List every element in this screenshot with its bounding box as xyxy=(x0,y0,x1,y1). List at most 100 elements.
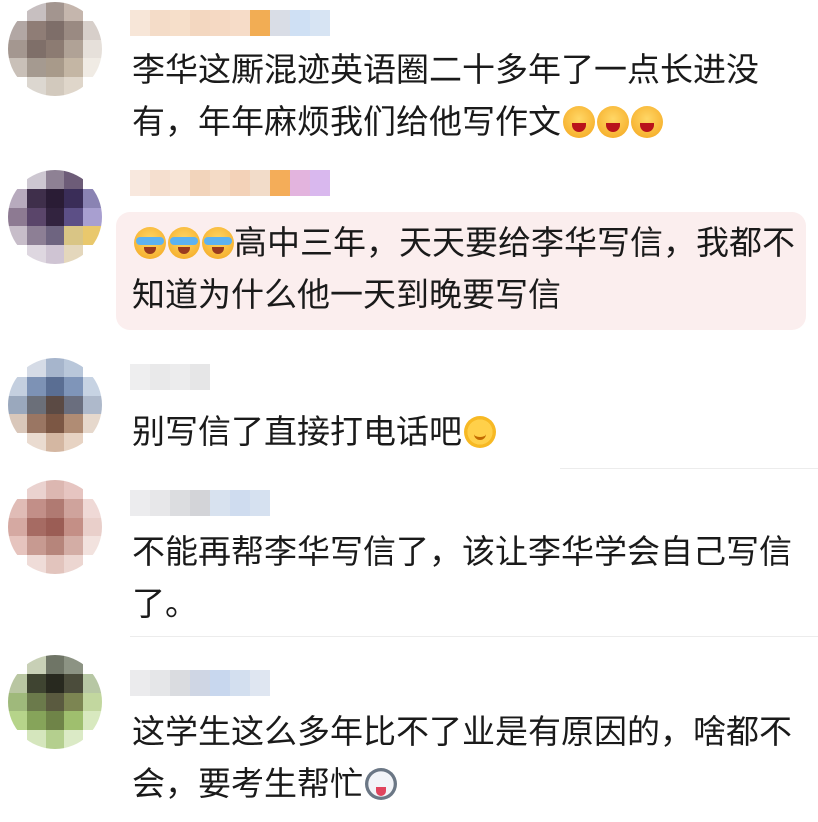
avatar-pixel xyxy=(64,480,84,499)
username-pixel xyxy=(270,10,290,36)
avatar-pixel xyxy=(26,673,46,693)
avatar-pixel xyxy=(8,711,27,731)
username-pixel xyxy=(290,10,310,36)
avatar-pixel xyxy=(26,414,46,434)
username-pixel xyxy=(210,10,230,36)
avatar-pixel xyxy=(26,536,46,556)
avatar[interactable] xyxy=(8,480,102,574)
crying-laughing-icon xyxy=(134,227,166,259)
avatar-pixel xyxy=(83,376,102,396)
avatar-pixel xyxy=(64,20,84,40)
avatar-pixel xyxy=(83,517,102,537)
avatar-pixel xyxy=(26,20,46,40)
avatar-pixel xyxy=(45,376,65,396)
avatar-pixel xyxy=(8,555,27,574)
avatar-pixel xyxy=(83,39,102,59)
avatar-pixel xyxy=(8,376,27,396)
username-pixel xyxy=(310,10,330,36)
username-pixel xyxy=(210,490,230,516)
avatar-pixel xyxy=(64,376,84,396)
avatar-pixel xyxy=(8,170,27,189)
avatar-pixel xyxy=(45,207,65,227)
username-pixel xyxy=(230,170,250,196)
avatar-pixel xyxy=(83,188,102,208)
username-pixel xyxy=(230,490,250,516)
avatar-pixel xyxy=(26,58,46,78)
username[interactable] xyxy=(130,490,270,516)
avatar-pixel xyxy=(45,245,65,264)
avatar-pixel xyxy=(8,655,27,674)
username-pixel xyxy=(150,170,170,196)
username-pixel xyxy=(170,10,190,36)
husky-face-icon xyxy=(365,768,397,800)
avatar-pixel xyxy=(83,692,102,712)
username-pixel xyxy=(130,170,150,196)
avatar-pixel xyxy=(83,226,102,246)
avatar-pixel xyxy=(45,188,65,208)
avatar-pixel xyxy=(83,358,102,377)
avatar-pixel xyxy=(45,730,65,749)
avatar-pixel xyxy=(26,2,46,21)
avatar-pixel xyxy=(83,433,102,452)
username[interactable] xyxy=(130,170,330,196)
avatar-pixel xyxy=(8,395,27,415)
username-pixel xyxy=(170,364,190,390)
username[interactable] xyxy=(130,670,270,696)
username-pixel xyxy=(130,670,150,696)
avatar-pixel xyxy=(45,692,65,712)
avatar-pixel xyxy=(64,58,84,78)
username[interactable] xyxy=(130,364,210,390)
comment-text: 别写信了直接打电话吧 xyxy=(132,406,812,458)
username-pixel xyxy=(210,170,230,196)
username-pixel xyxy=(250,670,270,696)
avatar-pixel xyxy=(45,517,65,537)
avatar-pixel xyxy=(64,207,84,227)
avatar-pixel xyxy=(64,226,84,246)
avatar-pixel xyxy=(45,673,65,693)
avatar-pixel xyxy=(45,414,65,434)
avatar-pixel xyxy=(8,207,27,227)
avatar-pixel xyxy=(8,358,27,377)
avatar-pixel xyxy=(8,77,27,96)
avatar-pixel xyxy=(26,395,46,415)
avatar-pixel xyxy=(83,20,102,40)
comment-text: 这学生这么多年比不了业是有原因的，啥都不会，要考生帮忙 xyxy=(132,712,792,803)
avatar-pixel xyxy=(26,480,46,499)
avatar-pixel xyxy=(64,655,84,674)
crying-laughing-icon xyxy=(168,227,200,259)
username-pixel xyxy=(290,170,310,196)
avatar-pixel xyxy=(45,655,65,674)
avatar-pixel xyxy=(64,2,84,21)
avatar-pixel xyxy=(8,433,27,452)
avatar-pixel xyxy=(45,433,65,452)
avatar-pixel xyxy=(83,2,102,21)
username[interactable] xyxy=(130,10,330,36)
avatar-pixel xyxy=(64,39,84,59)
avatar-pixel xyxy=(8,414,27,434)
avatar[interactable] xyxy=(8,358,102,452)
angry-face-icon xyxy=(597,106,629,138)
username-pixel xyxy=(270,170,290,196)
username-pixel xyxy=(150,10,170,36)
divider xyxy=(560,468,818,469)
avatar-pixel xyxy=(45,395,65,415)
avatar-pixel xyxy=(83,655,102,674)
avatar-pixel xyxy=(45,20,65,40)
avatar[interactable] xyxy=(8,2,102,96)
avatar-pixel xyxy=(45,711,65,731)
avatar-pixel xyxy=(64,498,84,518)
avatar[interactable] xyxy=(8,170,102,264)
avatar-pixel xyxy=(64,730,84,749)
avatar[interactable] xyxy=(8,655,102,749)
angry-face-icon xyxy=(631,106,663,138)
username-pixel xyxy=(250,10,270,36)
avatar-pixel xyxy=(45,39,65,59)
avatar-pixel xyxy=(26,39,46,59)
avatar-pixel xyxy=(45,170,65,189)
avatar-pixel xyxy=(45,536,65,556)
username-pixel xyxy=(190,670,210,696)
avatar-pixel xyxy=(45,555,65,574)
avatar-pixel xyxy=(64,245,84,264)
avatar-pixel xyxy=(64,433,84,452)
username-pixel xyxy=(230,10,250,36)
